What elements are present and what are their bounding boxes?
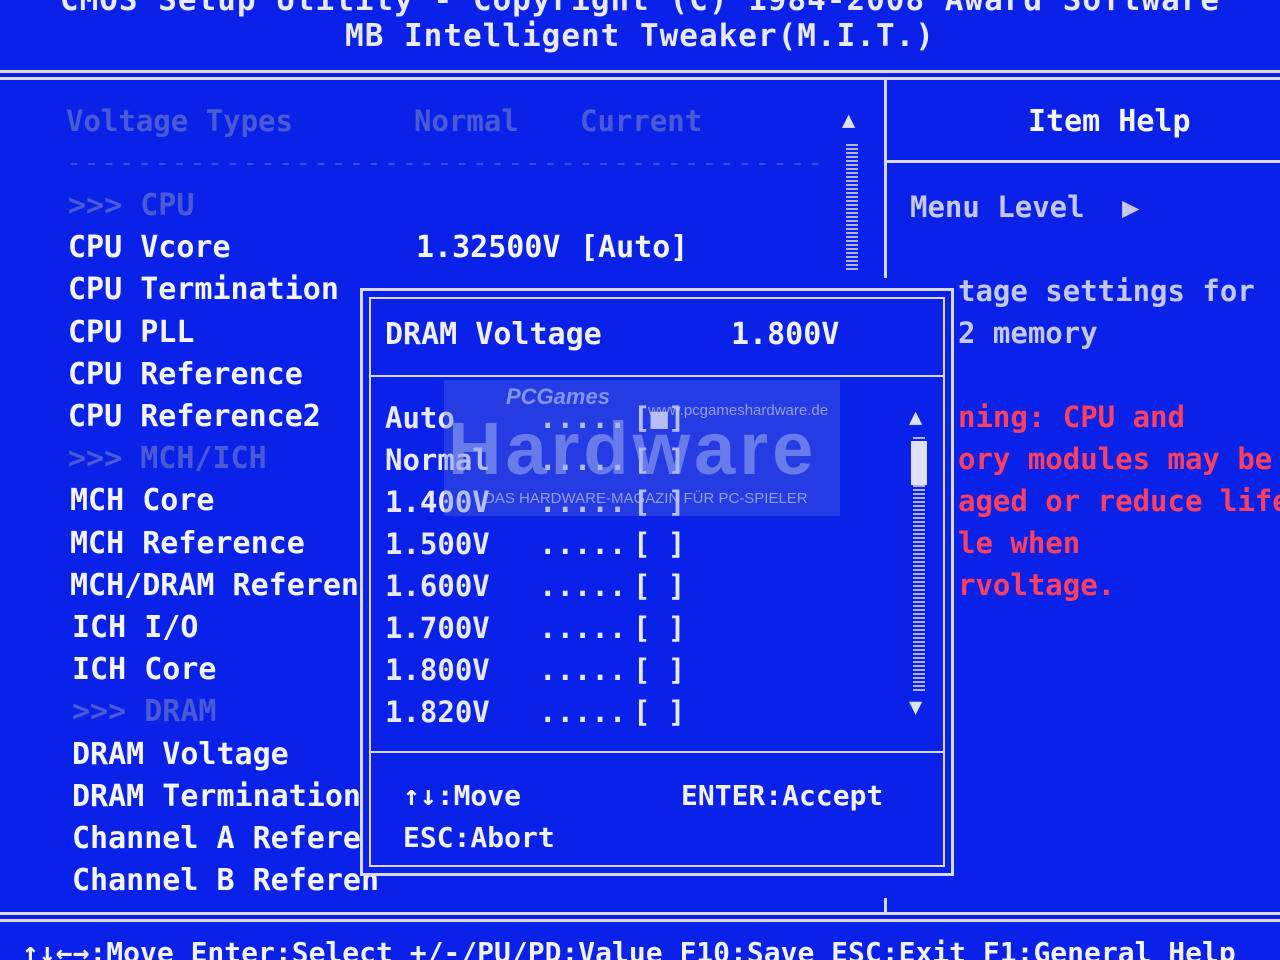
col-header-voltage-types: Voltage Types — [66, 104, 293, 138]
popup-option-label[interactable]: 1.700V — [385, 611, 490, 645]
setting-row-label[interactable]: DRAM Voltage — [72, 737, 289, 772]
popup-option-checkbox[interactable]: [ ] — [633, 695, 685, 729]
hint-accept: ENTER:Accept — [681, 779, 884, 812]
help-header-divider — [886, 160, 1280, 163]
popup-option-checkbox[interactable]: [ ] — [633, 653, 685, 687]
setting-normal-value: 1.32500V — [416, 230, 561, 265]
popup-option-checkbox[interactable]: [ ] — [633, 527, 685, 561]
popup-option-dots: ..... — [539, 653, 627, 687]
warning-line-5: rvoltage. — [958, 568, 1116, 602]
popup-footer-divider — [371, 751, 943, 753]
setting-row-label[interactable]: CPU Termination — [68, 272, 339, 307]
popup-option-checkbox[interactable]: [ ] — [633, 611, 685, 645]
warning-line-1: ning: CPU and — [958, 400, 1185, 434]
warning-line-3: aged or reduce life — [958, 484, 1280, 518]
popup-option-dots: ..... — [539, 611, 627, 645]
popup-option-label[interactable]: 1.500V — [385, 527, 490, 561]
section-heading: >>> CPU — [68, 188, 195, 223]
setting-row-label[interactable]: MCH Core — [70, 483, 215, 518]
popup-option-label[interactable]: 1.600V — [385, 569, 490, 603]
panel-divider — [884, 78, 887, 278]
menu-level-label: Menu Level — [910, 190, 1085, 224]
popup-scroll-thumb[interactable] — [911, 441, 927, 485]
setting-row-label[interactable]: MCH Reference — [70, 526, 305, 561]
setting-row-label[interactable]: DRAM Termination — [72, 779, 361, 814]
warning-line-2: ory modules may be — [958, 442, 1273, 476]
setting-row-label[interactable]: CPU Reference2 — [68, 399, 321, 434]
setting-row-label[interactable]: CPU Vcore — [68, 230, 231, 265]
header-divider: ----------------------------------------… — [66, 148, 826, 178]
help-text-line-2: 2 memory — [958, 316, 1098, 350]
setting-row-label[interactable]: ICH I/O — [72, 610, 198, 645]
top-border-inner — [0, 77, 1280, 80]
help-text-line-1: tage settings for — [958, 274, 1255, 308]
popup-scroll-down-icon[interactable]: ▼ — [909, 695, 922, 720]
setting-row-label[interactable]: ICH Core — [72, 652, 217, 687]
setting-row-label[interactable]: CPU Reference — [68, 357, 303, 392]
popup-option-dots: ..... — [539, 569, 627, 603]
watermark-tagline: DAS HARDWARE-MAGAZIN FÜR PC-SPIELER — [484, 490, 808, 507]
section-heading: >>> MCH/ICH — [68, 441, 267, 476]
warning-line-4: le when — [958, 526, 1081, 560]
popup-current-value: 1.800V — [731, 317, 840, 352]
panel-divider-bottom — [884, 898, 887, 912]
scroll-up-icon[interactable]: ▲ — [842, 108, 855, 133]
main-scrollbar[interactable] — [846, 142, 858, 270]
popup-scroll-up-icon[interactable]: ▲ — [909, 405, 922, 430]
page-title: MB Intelligent Tweaker(M.I.T.) — [345, 18, 935, 54]
setting-row-label[interactable]: Channel A Referen — [72, 821, 379, 856]
popup-option-label[interactable]: 1.800V — [385, 653, 490, 687]
bottom-border — [0, 912, 1280, 915]
bottom-key-hints: ↑↓←→:Move Enter:Select +/-/PU/PD:Value F… — [22, 936, 1236, 960]
popup-title: DRAM Voltage — [385, 317, 602, 352]
bottom-border-inner — [0, 919, 1280, 922]
dram-voltage-popup[interactable]: DRAM Voltage 1.800V Auto..... [■] Normal..… — [360, 288, 954, 876]
hint-abort: ESC:Abort — [403, 821, 555, 854]
popup-header-divider — [371, 375, 943, 377]
popup-option-dots: ..... — [539, 527, 627, 561]
watermark: PCGames www.pcgameshardware.de Hardware … — [444, 380, 840, 516]
setting-row-label[interactable]: Channel B Referen — [72, 863, 379, 898]
hint-move: ↑↓:Move — [403, 779, 522, 812]
popup-option-checkbox[interactable]: [ ] — [633, 569, 685, 603]
menu-level-arrow-icon: ▶ — [1122, 190, 1140, 224]
setting-row-label[interactable]: MCH/DRAM Referenc — [70, 568, 377, 603]
watermark-logo: Hardware — [448, 407, 818, 490]
col-header-current: Current — [580, 104, 703, 138]
col-header-normal: Normal — [414, 104, 519, 138]
top-border — [0, 70, 1280, 73]
section-heading: >>> DRAM — [72, 694, 217, 729]
bios-copyright-line: CMOS Setup Utility - Copyright (C) 1984-… — [59, 0, 1221, 18]
popup-option-dots: ..... — [539, 695, 627, 729]
setting-current-value[interactable]: [Auto] — [580, 230, 688, 265]
item-help-title: Item Help — [1028, 104, 1191, 139]
popup-option-label[interactable]: 1.820V — [385, 695, 490, 729]
setting-row-label[interactable]: CPU PLL — [68, 315, 194, 350]
